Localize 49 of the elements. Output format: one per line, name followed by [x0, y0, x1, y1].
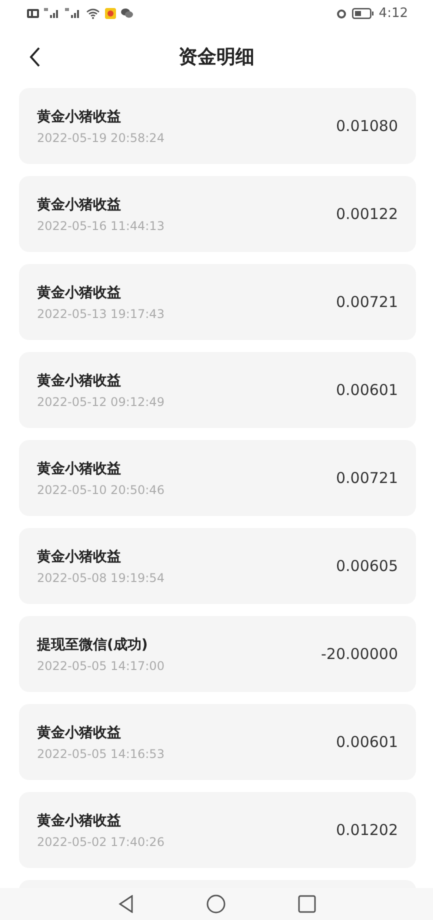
back-icon[interactable] [29, 47, 41, 67]
record-amount: 0.00601 [336, 381, 398, 399]
record-time: 2022-05-08 19:19:54 [37, 570, 164, 584]
record-title: 黄金小猪收益 [37, 284, 122, 302]
record-title: 黄金小猪收益 [37, 196, 122, 214]
record-title: 黄金小猪收益 [37, 460, 122, 478]
status-time: 4:12 [378, 6, 408, 20]
battery-icon [352, 8, 374, 18]
record-amount: 0.00721 [336, 293, 398, 311]
signal-icon [65, 8, 81, 18]
record-time: 2022-05-19 20:58:24 [37, 130, 164, 144]
record-card[interactable]: 黄金小猪收益 2022-05-02 17:40:26 0.01202 [19, 792, 416, 868]
signal-icon [44, 8, 60, 18]
recents-nav-icon[interactable] [298, 895, 316, 913]
record-title: 黄金小猪收益 [37, 812, 122, 830]
record-card[interactable]: 黄金小猪收益 2022-05-13 19:17:43 0.00721 [19, 264, 416, 340]
record-amount: -20.00000 [321, 645, 398, 663]
record-amount: 0.00721 [336, 469, 398, 487]
record-amount: 0.00605 [336, 557, 398, 575]
record-card[interactable]: 黄金小猪收益 2022-05-05 14:16:53 0.00601 [19, 704, 416, 780]
alarm-icon [336, 8, 347, 18]
record-time: 2022-05-10 20:50:46 [37, 482, 164, 496]
record-title: 黄金小猪收益 [37, 108, 122, 126]
record-title: 提现至微信(成功) [37, 636, 149, 654]
wifi-icon [86, 8, 100, 18]
record-card[interactable]: 黄金小猪收益 2022-05-19 20:58:24 0.01080 [19, 88, 416, 164]
record-card[interactable]: 黄金小猪收益 2022-05-10 20:50:46 0.00721 [19, 440, 416, 516]
back-nav-icon[interactable] [118, 895, 134, 913]
record-card[interactable]: 黄金小猪收益 2022-05-08 19:19:54 0.00605 [19, 528, 416, 604]
record-time: 2022-05-13 19:17:43 [37, 306, 164, 320]
record-time: 2022-05-16 11:44:13 [37, 218, 164, 232]
record-card[interactable]: 黄金小猪收益 2022-05-12 09:12:49 0.00601 [19, 352, 416, 428]
home-nav-icon[interactable] [206, 894, 226, 914]
record-card[interactable]: 黄金小猪收益 2022-05-16 11:44:13 0.00122 [19, 176, 416, 252]
record-time: 2022-05-12 09:12:49 [37, 394, 164, 408]
record-amount: 0.01202 [336, 821, 398, 839]
record-time: 2022-05-05 14:16:53 [37, 746, 164, 760]
app-icon [105, 8, 116, 18]
page-title: 资金明细 [178, 45, 254, 70]
record-amount: 0.00122 [336, 205, 398, 223]
record-amount: 0.00601 [336, 733, 398, 751]
record-title: 黄金小猪收益 [37, 724, 122, 742]
record-title: 黄金小猪收益 [37, 372, 122, 390]
record-time: 2022-05-02 17:40:26 [37, 834, 164, 848]
record-title: 黄金小猪收益 [37, 548, 122, 566]
record-time: 2022-05-05 14:17:00 [37, 658, 164, 672]
chat-icon [121, 8, 133, 18]
record-card[interactable]: 提现至微信(成功) 2022-05-05 14:17:00 -20.00000 [19, 616, 416, 692]
record-amount: 0.01080 [336, 117, 398, 135]
